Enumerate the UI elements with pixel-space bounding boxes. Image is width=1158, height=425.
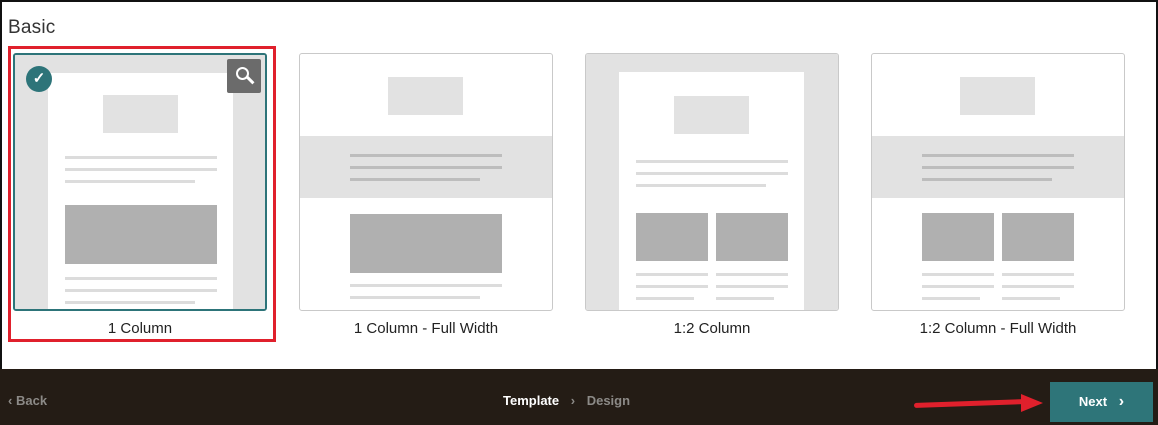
chevron-right-icon: ›	[1118, 393, 1125, 410]
annotation-arrow-head	[1021, 394, 1043, 412]
next-button[interactable]: Next ›	[1050, 382, 1153, 422]
step-design[interactable]: Design	[587, 393, 630, 408]
magnifier-icon[interactable]	[227, 59, 261, 93]
template-label: 1:2 Column	[673, 320, 751, 337]
template-label: 1 Column - Full Width	[353, 320, 499, 337]
chevron-right-icon: ›	[570, 393, 576, 408]
check-icon: ✓	[26, 66, 52, 92]
section-title: Basic	[8, 17, 56, 38]
back-label: Back	[15, 393, 48, 408]
back-button[interactable]: ‹ Back	[8, 393, 47, 408]
step-breadcrumb: Template › Design	[503, 393, 630, 408]
chevron-left-icon: ‹	[8, 393, 13, 408]
template-thumbnail[interactable]	[585, 53, 839, 311]
next-label: Next	[1078, 394, 1108, 409]
template-thumbnail[interactable]	[299, 53, 553, 311]
template-thumbnail[interactable]	[871, 53, 1125, 311]
step-template[interactable]: Template	[503, 393, 559, 408]
wizard-footer: ‹ Back Template › Design	[0, 369, 1158, 425]
template-label: 1:2 Column - Full Width	[919, 320, 1077, 337]
